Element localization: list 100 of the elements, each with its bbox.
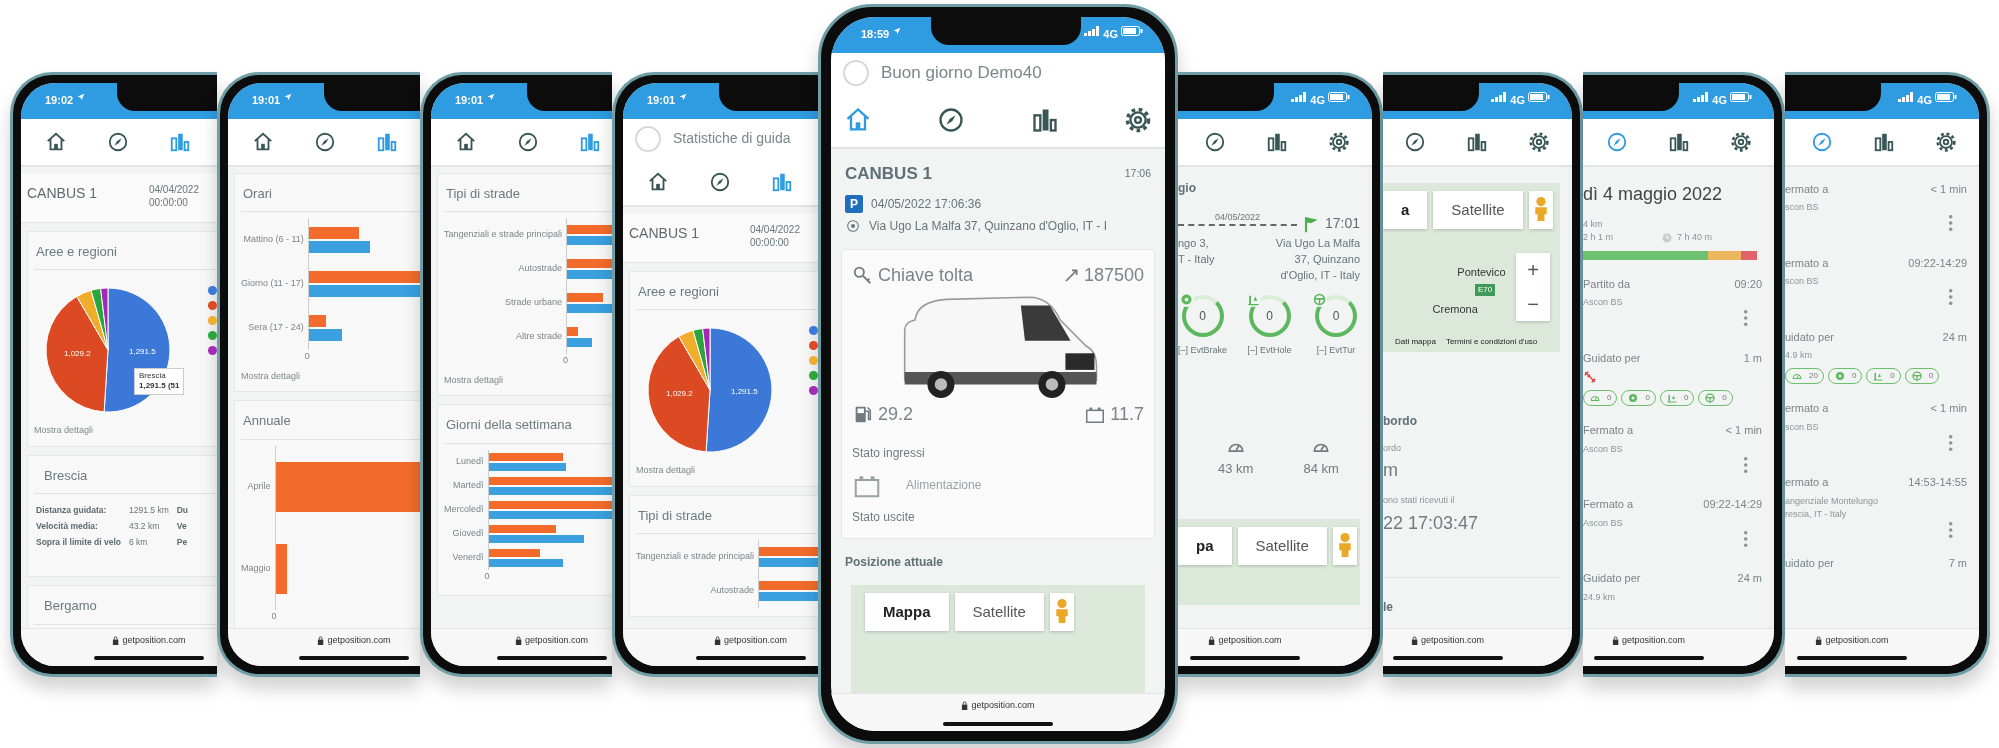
tooltip-title: Brescia bbox=[139, 371, 167, 382]
more-options-icon[interactable] bbox=[1947, 520, 1953, 539]
entry-title: ermato a bbox=[1785, 255, 1829, 271]
axis-label: Giorno (11 - 17) bbox=[241, 277, 304, 291]
axis-tick: 0 bbox=[563, 354, 570, 367]
axis-tick: 0 bbox=[484, 569, 491, 583]
details-link[interactable]: Mostra dettagli bbox=[241, 369, 301, 383]
settings-icon[interactable] bbox=[1328, 130, 1350, 153]
compass-icon[interactable] bbox=[1204, 130, 1226, 153]
value-text: m bbox=[1383, 459, 1399, 482]
location-arrow-icon bbox=[486, 91, 497, 102]
stat-value: 6 km bbox=[129, 535, 149, 549]
steering-wheel-icon bbox=[1910, 370, 1923, 383]
more-options-icon[interactable] bbox=[1947, 288, 1953, 307]
parking-badge: P bbox=[845, 194, 863, 213]
lock-icon bbox=[961, 701, 969, 711]
more-options-icon[interactable] bbox=[1742, 455, 1748, 474]
details-link[interactable]: Mostra dettagli bbox=[444, 373, 504, 387]
more-options-icon[interactable] bbox=[1947, 214, 1953, 233]
map-type-button[interactable]: Satellite bbox=[1237, 526, 1327, 566]
battery-icon bbox=[1121, 26, 1143, 36]
compass-icon[interactable] bbox=[1404, 130, 1426, 153]
axis-tick: 0 bbox=[271, 609, 278, 623]
more-options-icon[interactable] bbox=[1947, 433, 1953, 452]
compass-icon[interactable] bbox=[107, 130, 129, 153]
end-address: Via Ugo La Malfa 37, Quinzano d'Oglio, IT - Italy bbox=[1275, 236, 1360, 283]
vehicle-name: CANBUS 1 bbox=[845, 163, 932, 185]
bar bbox=[759, 547, 818, 556]
compass-icon[interactable] bbox=[709, 170, 731, 193]
stop-time-text: 7 h 40 m bbox=[1677, 231, 1713, 244]
zoom-button[interactable]: − bbox=[1516, 287, 1550, 322]
location-arrow-icon bbox=[283, 91, 294, 102]
fuel-value: 29.2 bbox=[878, 402, 914, 426]
lock-icon bbox=[317, 635, 325, 645]
network-label: 4G bbox=[1310, 92, 1325, 108]
map-type-button[interactable]: Mappa bbox=[865, 592, 949, 631]
steering-wheel-icon bbox=[1312, 291, 1327, 307]
status-time: 19:01 bbox=[647, 92, 676, 108]
map-attribution[interactable]: Dati mappa bbox=[1395, 335, 1436, 348]
home-icon[interactable] bbox=[455, 130, 477, 153]
stat-value: 1291.5 km bbox=[129, 504, 169, 517]
bar bbox=[567, 270, 612, 279]
compass-icon[interactable] bbox=[937, 106, 966, 134]
home-icon[interactable] bbox=[252, 130, 274, 153]
entry-time: 1 m bbox=[1743, 350, 1762, 366]
map-attribution[interactable]: Termini e condizioni d'uso bbox=[1445, 335, 1538, 348]
url-text: getposition.com bbox=[327, 633, 391, 647]
axis-label: Autostrade bbox=[709, 584, 755, 598]
section-heading: Posizione attuale bbox=[844, 553, 945, 571]
map-type-button[interactable]: pa bbox=[1178, 526, 1232, 566]
event-count: 0 bbox=[1332, 307, 1340, 325]
bar bbox=[567, 338, 592, 347]
lock-icon bbox=[1611, 635, 1620, 645]
map-type-button[interactable]: Satellite bbox=[954, 592, 1044, 631]
entry-title: uidato per bbox=[1785, 555, 1834, 571]
more-options-icon[interactable] bbox=[1742, 529, 1748, 548]
distance-text: 24.9 km bbox=[1583, 590, 1616, 604]
entry-time: < 1 min bbox=[1930, 181, 1967, 197]
settings-icon[interactable] bbox=[1935, 130, 1957, 153]
bar bbox=[759, 558, 818, 567]
lock-icon bbox=[514, 635, 523, 645]
entry-title: Fermato a bbox=[1583, 497, 1634, 512]
settings-icon[interactable] bbox=[1730, 130, 1752, 153]
home-icon[interactable] bbox=[45, 130, 67, 153]
axis-label: Altre strade bbox=[515, 330, 563, 344]
vehicle-address: Via Ugo La Malfa 37, Quinzano d'Oglio, IT - I bbox=[869, 217, 1107, 235]
event-count: 0 bbox=[1266, 307, 1273, 325]
details-link[interactable]: Mostra dettagli bbox=[34, 424, 94, 438]
lock-icon bbox=[1815, 635, 1823, 645]
start-address: ngo 3, T - Italy bbox=[1178, 236, 1215, 267]
stat-value: 43.2 km bbox=[129, 519, 161, 533]
more-options-icon[interactable] bbox=[1742, 309, 1748, 328]
compass-icon[interactable] bbox=[314, 130, 336, 153]
home-icon[interactable] bbox=[647, 170, 669, 193]
location-arrow-icon bbox=[76, 91, 87, 102]
details-link[interactable]: Mostra dettagli bbox=[636, 464, 696, 478]
map-type-button[interactable]: a bbox=[1383, 190, 1428, 229]
trip-date: 04/05/2022 bbox=[1213, 210, 1261, 224]
zoom-button[interactable]: + bbox=[1516, 253, 1550, 288]
settings-icon[interactable] bbox=[1528, 130, 1550, 153]
url-text: getposition.com bbox=[1218, 633, 1282, 647]
brake-disc-icon bbox=[1833, 370, 1846, 383]
entry-title: uidato per bbox=[1785, 329, 1834, 345]
status-time: 19:01 bbox=[252, 92, 281, 108]
map-type-button[interactable]: Satellite bbox=[1433, 190, 1523, 229]
place-address: scon BS bbox=[1785, 201, 1820, 214]
stat-label: Pe bbox=[176, 535, 189, 549]
entry-time: 24 m bbox=[1942, 329, 1967, 345]
bump-icon bbox=[1665, 392, 1678, 404]
pegman-icon bbox=[1338, 532, 1351, 557]
bar bbox=[759, 581, 818, 590]
settings-icon[interactable] bbox=[1124, 106, 1153, 134]
axis-label: Tangenziali e strade principali bbox=[444, 228, 563, 242]
place-address: scon BS bbox=[1785, 275, 1820, 288]
place-label: Cremona bbox=[1432, 301, 1478, 317]
report-date: 04/04/2022 bbox=[148, 182, 199, 196]
update-time: 17:06 bbox=[1124, 165, 1151, 181]
place-address: Ascon BS bbox=[1583, 296, 1624, 309]
compass-icon[interactable] bbox=[517, 130, 539, 153]
axis-label: Maggio bbox=[241, 561, 271, 575]
